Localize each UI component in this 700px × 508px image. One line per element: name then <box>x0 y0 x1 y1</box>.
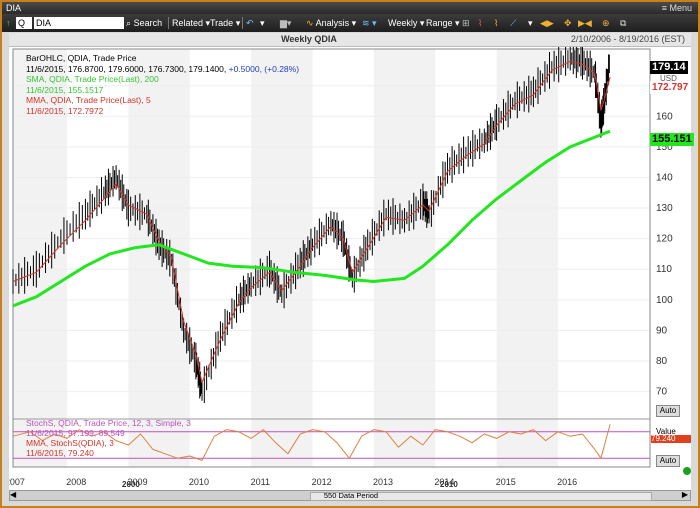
y-tick-label: 110 <box>656 264 672 275</box>
chart-title: Weekly QDIA <box>281 34 337 44</box>
y-tick-label: 120 <box>656 234 673 245</box>
x-tick-label: 2016 <box>557 477 577 487</box>
stoch-mma-value: 11/6/2015, 79.240 <box>26 448 94 458</box>
y-tick-label: 80 <box>656 356 668 367</box>
y-tick-label: 130 <box>656 203 673 214</box>
osc-value-label: 79.240 <box>651 435 691 443</box>
scroll-left-icon[interactable]: ◀▶ <box>540 16 554 30</box>
legend-bar-title: BarOHLC, QDIA, Trade Price <box>26 53 137 63</box>
year-band <box>373 49 436 467</box>
legend-sma-value: 11/6/2015, 155.1517 <box>26 84 104 95</box>
analysis-button[interactable]: ∿ Analysis ▾ <box>306 16 356 30</box>
studies-icon[interactable]: ≋ ▾ <box>362 16 377 30</box>
time-scrollbar[interactable]: ◀ ▶ 550 Data Period <box>9 490 691 501</box>
weekly-button[interactable]: Weekly ▾ <box>388 16 424 30</box>
legend-mma-title: MMA, QDIA, Trade Price(Last), 5 <box>26 95 151 105</box>
stoch-title: StochS, QDIA, Trade Price, 12, 3, Simple… <box>26 418 191 428</box>
x-tick-label: 2011 <box>251 477 270 487</box>
x-tick-label: 2007 <box>9 477 25 487</box>
undo-icon[interactable]: ↶ <box>246 16 254 30</box>
folder-icon[interactable]: ▆▾ <box>280 16 291 30</box>
symbol-input[interactable]: DIA <box>34 17 124 29</box>
compare-icon[interactable]: ⌇ <box>494 16 498 30</box>
usd-label: USD <box>660 74 677 83</box>
search-button[interactable]: ⌕ Search <box>126 16 162 30</box>
chart-style-icon[interactable]: ⌇ <box>478 16 482 30</box>
date-range: 2/10/2006 - 8/19/2016 (EST) <box>570 34 685 44</box>
legend-bar-values: 11/6/2015, 176.8700, 179.6000, 176.7300,… <box>26 63 300 74</box>
stoch-mma-title: MMA, StochS(QDIA), 3 <box>26 438 114 448</box>
y-tick-label: 90 <box>656 325 668 336</box>
settings-icon[interactable]: ▾ <box>528 16 533 30</box>
stoch-value: 11/6/2015, 97.199, 89.549 <box>26 428 125 438</box>
y-tick-label: 160 <box>656 111 673 122</box>
crosshair-icon[interactable]: ⊕ <box>602 16 610 30</box>
x-tick-label: 2008 <box>66 477 86 487</box>
pan-icon[interactable]: ▶◀ <box>578 16 592 30</box>
oscillator-legend: StochS, QDIA, Trade Price, 12, 3, Simple… <box>26 418 191 458</box>
divider <box>168 17 169 29</box>
data-period: 550 Data Period <box>323 491 379 500</box>
related-button[interactable]: Related ▾ <box>172 16 210 30</box>
up-arrow-icon[interactable]: ↑ <box>6 16 11 30</box>
last-price-label: 179.14 <box>650 61 688 74</box>
search-icon: ⌕ <box>126 18 132 28</box>
symbol-type-select[interactable]: Q <box>16 17 32 29</box>
x-tick-label: 2013 <box>373 477 393 487</box>
zoom-icon[interactable]: ✥ <box>564 16 572 30</box>
x-tick-label: 2015 <box>496 477 516 487</box>
chart-header: Weekly QDIA 2/10/2006 - 8/19/2016 (EST) <box>9 33 691 47</box>
draw-line-icon[interactable]: ⟋ <box>510 16 516 30</box>
expand-icon[interactable]: ⧉ <box>620 16 626 30</box>
analysis-icon: ∿ <box>306 18 314 28</box>
y-tick-label: 100 <box>656 295 673 306</box>
menu-button[interactable]: ≡ Menu <box>662 2 692 14</box>
year-2010-label: 2010 <box>440 480 458 489</box>
legend-mma-value: 11/6/2015, 172.7972 <box>26 105 104 116</box>
auto-scale-button[interactable]: Auto <box>656 405 680 417</box>
x-tick-label: 2010 <box>189 477 209 487</box>
y-tick-label: 70 <box>656 387 668 398</box>
auto-scale-osc-button[interactable]: Auto <box>656 455 680 467</box>
title-bar: DIA ≡ Menu <box>2 2 698 14</box>
range-button[interactable]: Range ▾ <box>426 16 460 30</box>
year-2000-label: 2000 <box>122 480 140 489</box>
trade-button[interactable]: Trade ▾ <box>210 16 240 30</box>
y-tick-label: 140 <box>656 172 673 183</box>
legend-sma-title: SMA, QDIA, Trade Price(Last), 200 <box>26 74 159 84</box>
sma-price-label: 155.151 <box>650 133 694 146</box>
toolbar: ↑ Q DIA ⌕ Search Related ▾ Trade ▾ ↶ ▾ ▆… <box>2 14 698 32</box>
grid-icon[interactable]: ⊞ <box>462 16 470 30</box>
draw-tool-icon[interactable]: ▾ <box>260 16 265 30</box>
x-tick-label: 2012 <box>312 477 332 487</box>
status-indicator-icon <box>683 467 691 475</box>
window-title: DIA <box>6 3 22 13</box>
price-legend: BarOHLC, QDIA, Trade Price 11/6/2015, 17… <box>26 53 299 116</box>
divider <box>242 17 243 29</box>
